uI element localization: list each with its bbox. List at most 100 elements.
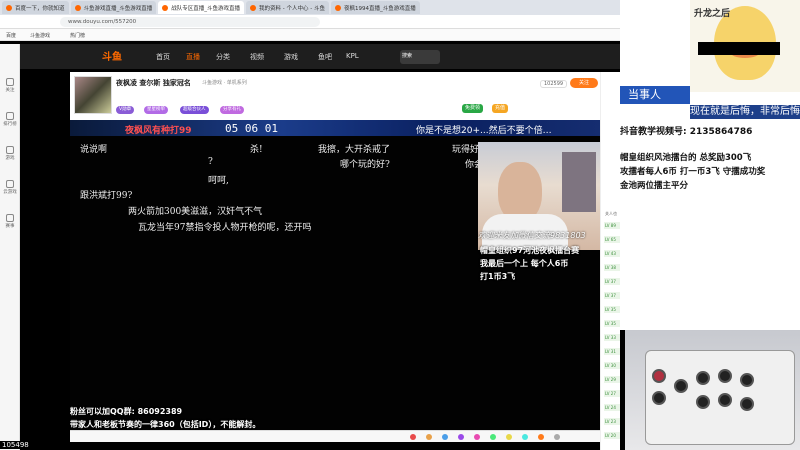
chat-line: 关人也开局: [604, 210, 620, 217]
nav-item-yuba[interactable]: 鱼吧: [318, 52, 332, 62]
gift-icon[interactable]: [458, 434, 464, 440]
chat-user-level[interactable]: LV 27: [604, 390, 620, 397]
camera-background-shelf: [562, 152, 596, 212]
sidebar-item-rank[interactable]: 排行榜: [2, 112, 18, 127]
gift-icon[interactable]: [410, 434, 416, 440]
overlay-rule-text: 攻擂者每人6币 打一币3飞 守擂成功奖: [620, 167, 766, 177]
game-icon: [6, 146, 14, 154]
address-bar: www.douyu.com/557200: [0, 15, 620, 29]
overlay-rule-text: 帽皇组织风池擂台的 总奖励300飞: [620, 153, 752, 163]
favicon-icon: [74, 4, 81, 11]
chat-user-level[interactable]: LV 30: [604, 362, 620, 369]
left-sidebar: 关注 排行榜 游戏 云游戏 赛事: [0, 44, 20, 450]
chat-user-level[interactable]: LV 43: [604, 250, 620, 257]
censor-bar: [698, 42, 780, 55]
chat-user-level[interactable]: LV 20: [604, 432, 620, 439]
search-button[interactable]: 搜索: [400, 50, 440, 64]
danmaku-text: 说说啊: [80, 145, 108, 155]
heart-icon: [6, 78, 14, 86]
gift-icon[interactable]: [490, 434, 496, 440]
favicon-icon: [250, 4, 257, 11]
browser-tab[interactable]: 我的资料 - 个人中心 - 斗鱼: [246, 1, 330, 14]
bookmark[interactable]: 斗鱼游戏: [30, 32, 50, 39]
browser-tab[interactable]: 夜枫1994直播_斗鱼游戏直播: [331, 1, 420, 14]
nav-item-category[interactable]: 分类: [216, 52, 230, 62]
avatar[interactable]: [74, 76, 112, 114]
chat-user-level[interactable]: LV 89: [604, 222, 620, 229]
browser-tab[interactable]: 斗鱼游戏直播_斗鱼游戏直播: [70, 1, 157, 14]
gift-icon[interactable]: [522, 434, 528, 440]
shield-icon: [6, 214, 14, 222]
duck-caption: 升龙之后: [694, 9, 731, 19]
nav-item-live[interactable]: 直播: [186, 52, 200, 62]
arcade-button: [718, 369, 732, 383]
bookmarks-bar: 百度 斗鱼游戏 热门榜: [0, 29, 620, 41]
douyu-logo[interactable]: 斗鱼: [102, 48, 126, 65]
sidebar-item-game[interactable]: 游戏: [2, 146, 18, 161]
browser-tab[interactable]: 百度一下，你就知道: [2, 1, 69, 14]
video-player[interactable]: 夜枫风有种打99 05 06 01 你是不是想20+...然后不要个倍… 说说啊…: [70, 120, 600, 430]
sidebar-item-event[interactable]: 赛事: [2, 214, 18, 229]
chat-user-level[interactable]: LV 33: [604, 334, 620, 341]
gift-icon[interactable]: [426, 434, 432, 440]
banner-numbers: 05 06 01: [225, 122, 278, 135]
tag-pill[interactable]: 星星榜单: [144, 106, 168, 114]
bookmark[interactable]: 百度: [6, 32, 16, 39]
favicon-icon: [335, 4, 342, 11]
banner-left-text: 夜枫风有种打99: [125, 126, 192, 136]
overlay-rule-text: 金池两位擂主平分: [620, 181, 689, 191]
gift-icon[interactable]: [506, 434, 512, 440]
chat-user-level[interactable]: LV 23: [604, 418, 620, 425]
sidebar-item-follow[interactable]: 关注: [2, 78, 18, 93]
danmaku-text: 哪个玩的好?: [340, 160, 390, 170]
phrase-banner: 现在就是后悔，非常后悔: [690, 105, 800, 119]
room-info: 夜枫凌 查尔斯 独家冠名 斗鱼游戏 · 单机系列 V勋章 星星榜单 超级合伙人 …: [70, 72, 600, 120]
tag-pill[interactable]: 超级合伙人: [180, 106, 209, 114]
arcade-button: [674, 379, 688, 393]
danmaku-text: 玩得好: [452, 145, 480, 155]
danmaku-text: 瓦龙当年97禁指令投人物开枪的呢，还开吗: [138, 223, 312, 233]
cam-caption: 打1币3飞: [480, 272, 516, 281]
free-claim-button[interactable]: 免费领: [462, 104, 484, 113]
nav-item-video[interactable]: 视频: [250, 52, 264, 62]
viewer-count: 105498: [0, 441, 31, 449]
chat-panel: 关人也开局 LV 89 LV 65 LV 43 LV 38 LV 37 LV 3…: [600, 72, 620, 450]
arcade-button: [696, 395, 710, 409]
bookmark[interactable]: 热门榜: [70, 32, 85, 39]
browser-tabbar: 百度一下，你就知道 斗鱼游戏直播_斗鱼游戏直播 战队专区直播_斗鱼游戏直播 我的…: [0, 0, 620, 15]
follow-button[interactable]: 关注: [570, 78, 598, 88]
gift-icon[interactable]: [442, 434, 448, 440]
danmaku-text: 跟洪斌打99?: [80, 191, 133, 201]
chat-user-level[interactable]: LV 38: [604, 264, 620, 271]
recharge-button[interactable]: 充值: [492, 104, 509, 113]
nav-item-kpl[interactable]: KPL: [346, 52, 359, 60]
streamer-face: [498, 162, 542, 222]
url-input[interactable]: www.douyu.com/557200: [60, 17, 320, 27]
chat-user-level[interactable]: LV 35: [604, 320, 620, 327]
room-category[interactable]: 斗鱼游戏 · 单机系列: [202, 79, 247, 86]
sidebar-item-cloudgame[interactable]: 云游戏: [2, 180, 18, 195]
gift-icon[interactable]: [474, 434, 480, 440]
hot-count: 102599: [540, 80, 568, 88]
room-title: 夜枫凌 查尔斯 独家冠名: [116, 79, 191, 87]
rule-notice: 带家人和老板节奏的一律360（包括ID），不能解封。: [70, 420, 261, 429]
cam-caption: 欢迎米友加微信交流9831803: [478, 231, 586, 240]
arcade-button: [652, 369, 666, 383]
chat-user-level[interactable]: LV 37: [604, 278, 620, 285]
arcade-button: [696, 371, 710, 385]
chat-user-level[interactable]: LV 24: [604, 404, 620, 411]
danmaku-text: 两火箭加300美滋滋，汉奸气不气: [128, 207, 263, 217]
browser-tab-active[interactable]: 战队专区直播_斗鱼游戏直播: [158, 1, 245, 14]
gift-icon[interactable]: [538, 434, 544, 440]
nav-item-home[interactable]: 首页: [156, 52, 170, 62]
chat-user-level[interactable]: LV 65: [604, 236, 620, 243]
chat-user-level[interactable]: LV 29: [604, 376, 620, 383]
nav-item-game[interactable]: 游戏: [284, 52, 298, 62]
chat-user-level[interactable]: LV 37: [604, 292, 620, 299]
chat-user-level[interactable]: LV 31: [604, 348, 620, 355]
arcade-button: [652, 391, 666, 405]
arcade-button: [718, 393, 732, 407]
chat-user-level[interactable]: LV 35: [604, 306, 620, 313]
gift-icon[interactable]: [554, 434, 560, 440]
tag-pill[interactable]: 分享有礼: [220, 106, 244, 114]
